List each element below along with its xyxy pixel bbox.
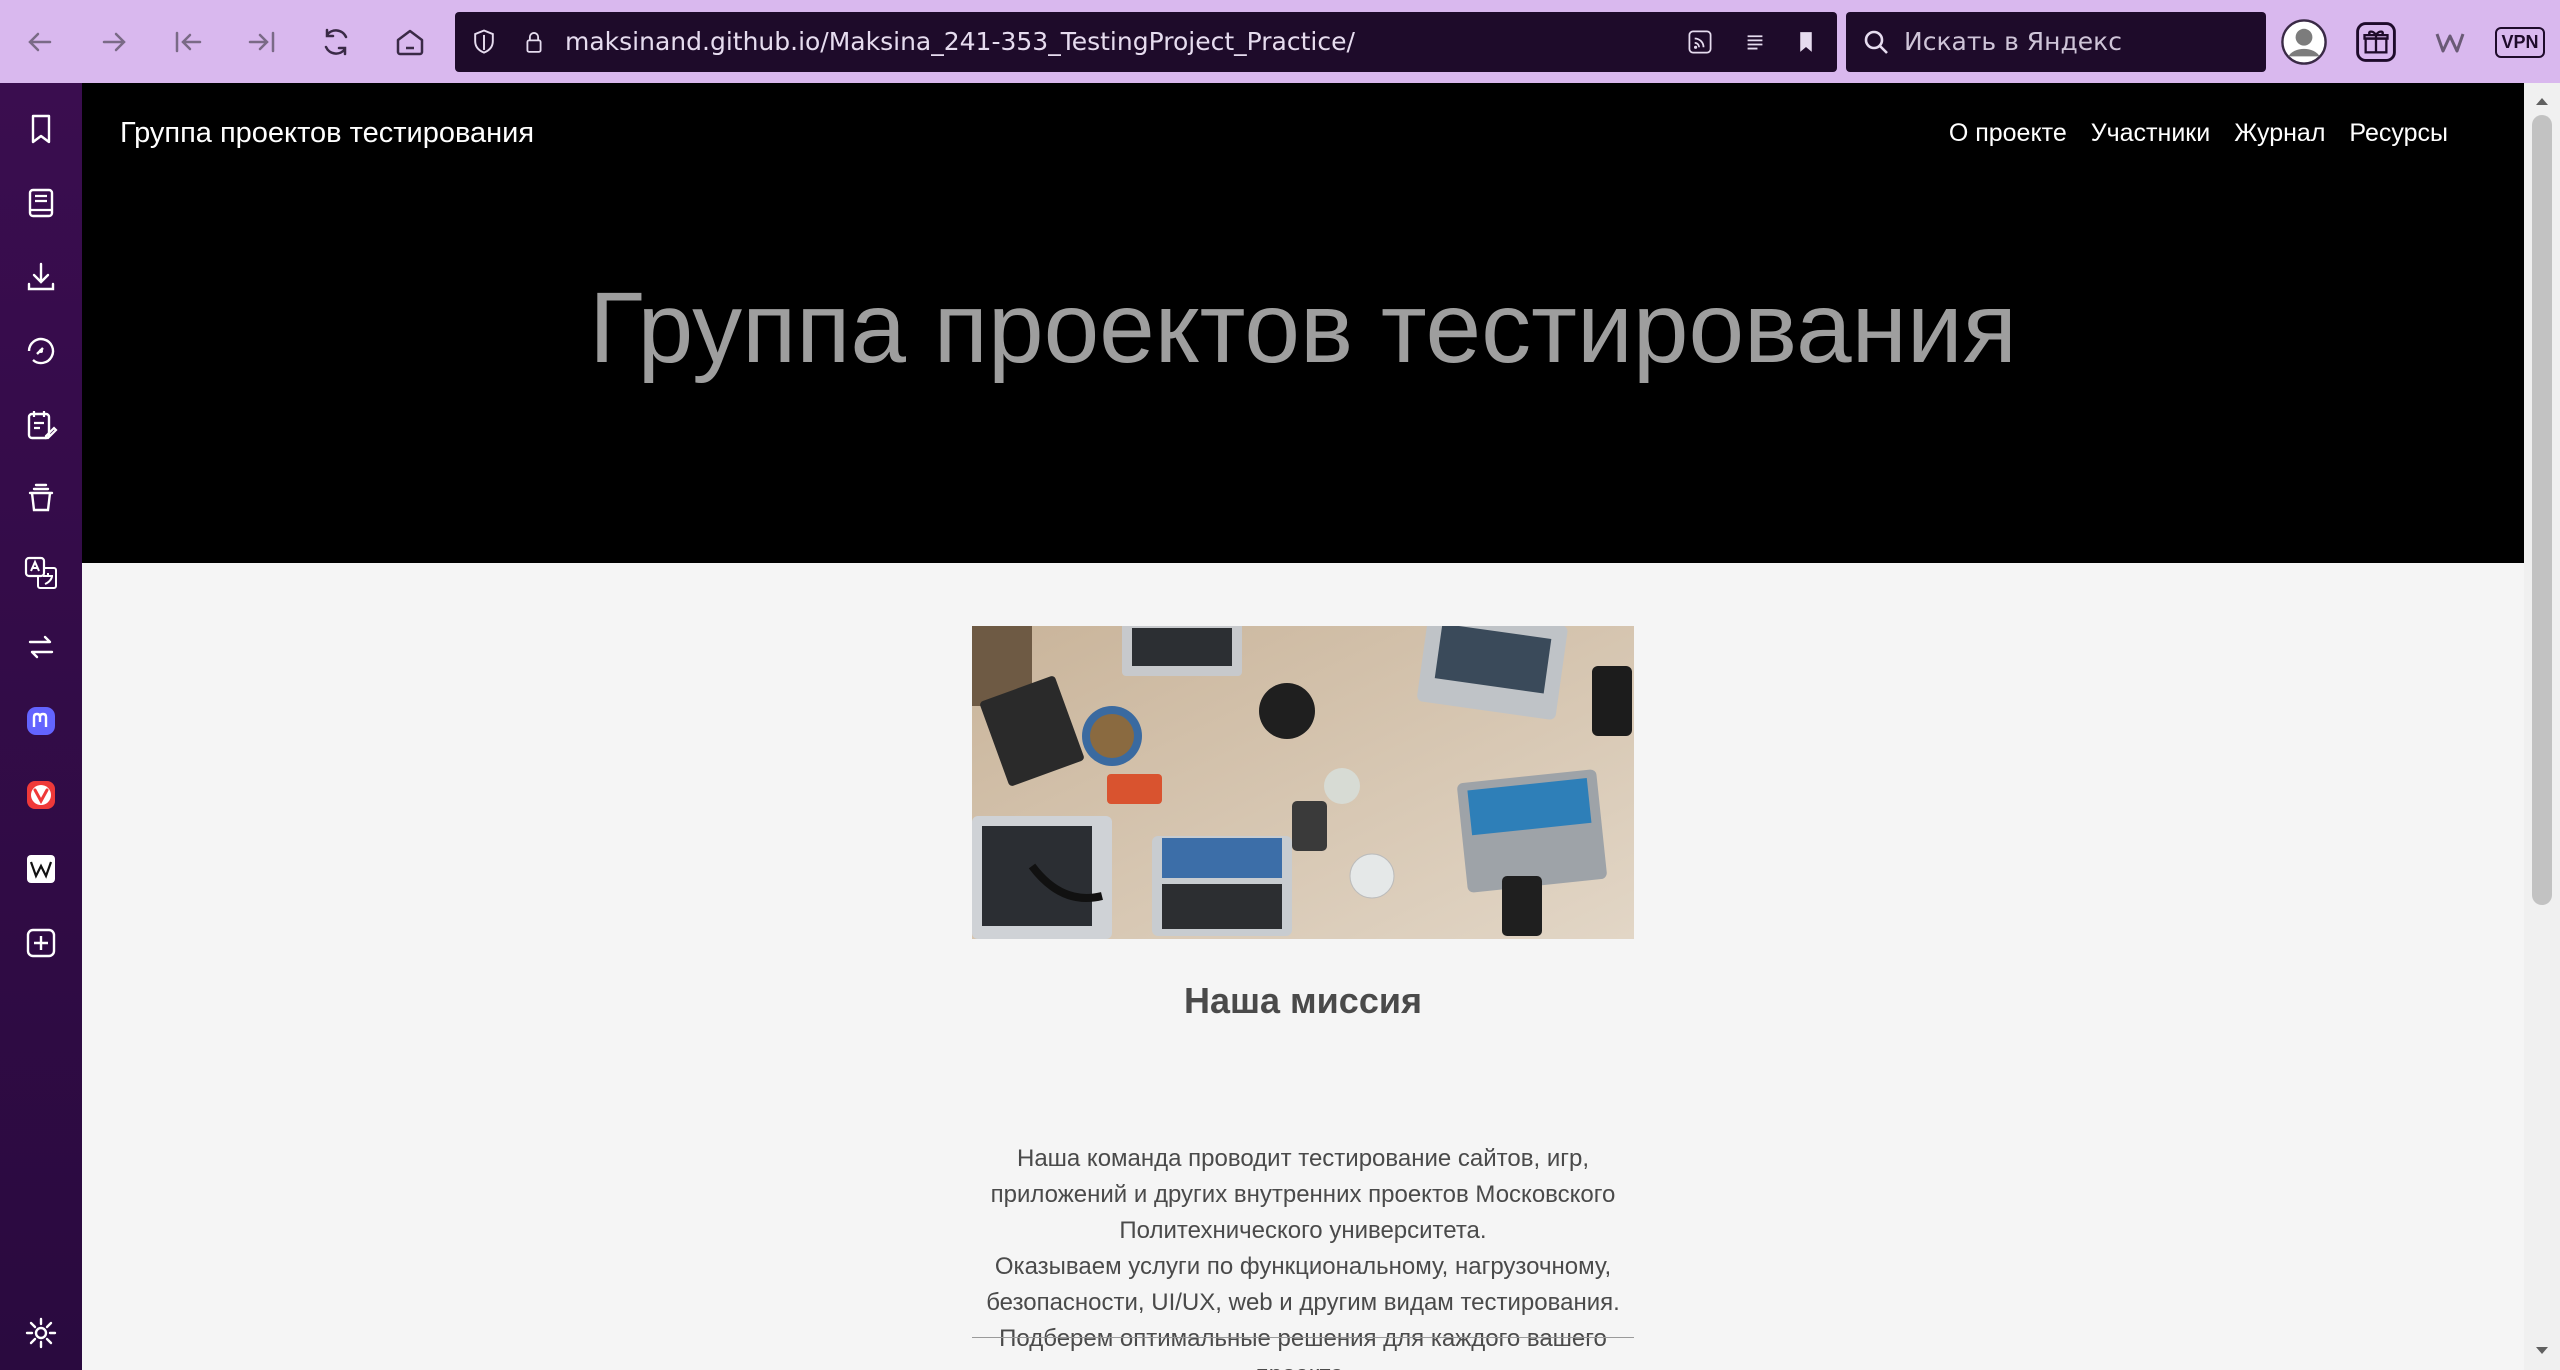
gear-icon bbox=[25, 1317, 57, 1349]
search-placeholder: Искать в Яндекс bbox=[1904, 27, 2123, 56]
vpn-badge: VPN bbox=[2495, 26, 2545, 58]
lock-icon[interactable] bbox=[517, 25, 551, 59]
section-divider bbox=[972, 1337, 1634, 1338]
skip-back-icon bbox=[175, 31, 202, 53]
forward-button[interactable] bbox=[88, 16, 140, 68]
settings-button[interactable] bbox=[18, 1310, 64, 1356]
nav-link-about[interactable]: О проекте bbox=[1949, 119, 2067, 148]
team-photo bbox=[972, 626, 1634, 939]
wikipedia-icon bbox=[27, 855, 55, 883]
speed-dial-icon bbox=[27, 337, 55, 365]
bookmarks-panel-button[interactable] bbox=[18, 106, 64, 152]
sync-icon bbox=[28, 635, 54, 659]
nav-link-journal[interactable]: Журнал bbox=[2234, 119, 2325, 148]
vpn-button[interactable]: VPN bbox=[2490, 16, 2550, 68]
scroll-up-icon[interactable] bbox=[2532, 91, 2552, 111]
reader-mode-icon[interactable] bbox=[1738, 25, 1772, 59]
history-button[interactable] bbox=[18, 328, 64, 374]
arrow-left-icon bbox=[28, 32, 52, 52]
browser-toolbar: maksinand.github.io/Maksina_241-353_Test… bbox=[0, 0, 2560, 83]
home-button[interactable] bbox=[384, 16, 436, 68]
mission-line: Политехнического университета. bbox=[1119, 1217, 1487, 1244]
site-brand[interactable]: Группа проектов тестирования bbox=[120, 117, 534, 150]
rss-icon[interactable] bbox=[1683, 25, 1717, 59]
vivaldi-icon bbox=[27, 781, 55, 809]
profile-button[interactable] bbox=[2278, 16, 2330, 68]
web-page: Группа проектов тестирования О проекте У… bbox=[82, 83, 2524, 1370]
bookmark-icon[interactable] bbox=[1789, 25, 1823, 59]
mission-line: безопасности, UI/UX, web и другим видам … bbox=[986, 1289, 1620, 1316]
rewind-button[interactable] bbox=[162, 16, 214, 68]
wikipedia-button[interactable] bbox=[18, 846, 64, 892]
site-nav: О проекте Участники Журнал Ресурсы bbox=[1949, 119, 2448, 148]
nav-link-resources[interactable]: Ресурсы bbox=[2349, 119, 2448, 148]
mission-line: Наша команда проводит тестирование сайто… bbox=[1016, 1145, 1589, 1172]
wiki-button[interactable] bbox=[2424, 16, 2476, 68]
add-panel-button[interactable] bbox=[18, 920, 64, 966]
search-field[interactable]: Искать в Яндекс bbox=[1846, 12, 2266, 72]
page-scrollbar[interactable] bbox=[2524, 83, 2560, 1370]
sync-button[interactable] bbox=[18, 624, 64, 670]
bookmark-icon bbox=[31, 114, 51, 144]
url-text[interactable]: maksinand.github.io/Maksina_241-353_Test… bbox=[565, 12, 1355, 72]
back-button[interactable] bbox=[14, 16, 66, 68]
avatar-icon bbox=[2281, 19, 2327, 65]
mastodon-icon bbox=[27, 707, 55, 735]
plus-icon bbox=[26, 928, 56, 958]
book-icon bbox=[28, 188, 54, 218]
shield-icon[interactable] bbox=[467, 25, 501, 59]
mastodon-button[interactable] bbox=[18, 698, 64, 744]
home-icon bbox=[396, 29, 424, 56]
mission-line: проекта. bbox=[972, 1357, 1634, 1370]
notes-icon bbox=[27, 411, 58, 440]
reading-list-button[interactable] bbox=[18, 180, 64, 226]
notes-button[interactable] bbox=[18, 402, 64, 448]
cup-icon bbox=[28, 483, 54, 512]
translate-button[interactable] bbox=[18, 550, 64, 596]
vivaldi-button[interactable] bbox=[18, 772, 64, 818]
downloads-button[interactable] bbox=[18, 254, 64, 300]
side-panel bbox=[0, 83, 82, 1370]
hero-title: Группа проектов тестирования bbox=[589, 272, 2017, 384]
download-icon bbox=[27, 262, 55, 291]
scroll-thumb[interactable] bbox=[2532, 115, 2552, 905]
mission-line: приложений и других внутренних проектов … bbox=[990, 1181, 1616, 1208]
wiki-icon bbox=[2435, 33, 2465, 53]
address-bar[interactable]: maksinand.github.io/Maksina_241-353_Test… bbox=[455, 12, 1837, 72]
mission-text: Наша команда проводит тестирование сайто… bbox=[972, 1141, 1634, 1370]
reload-icon bbox=[324, 28, 348, 56]
mission-line: Оказываем услуги по функциональному, наг… bbox=[994, 1253, 1612, 1280]
search-icon bbox=[1864, 30, 1888, 54]
scroll-down-icon[interactable] bbox=[2532, 1341, 2552, 1361]
capture-button[interactable] bbox=[18, 476, 64, 522]
translate-icon bbox=[24, 556, 57, 589]
mission-title: Наша миссия bbox=[1184, 980, 1422, 1021]
skip-forward-icon bbox=[248, 31, 275, 53]
reload-button[interactable] bbox=[310, 16, 362, 68]
nav-link-members[interactable]: Участники bbox=[2091, 119, 2210, 148]
gift-icon bbox=[2356, 22, 2396, 62]
mission-line: Подберем оптимальные решения для каждого… bbox=[999, 1325, 1607, 1352]
site-header: Группа проектов тестирования О проекте У… bbox=[82, 83, 2524, 563]
fast-forward-button[interactable] bbox=[236, 16, 288, 68]
arrow-right-icon bbox=[102, 32, 126, 52]
gift-button[interactable] bbox=[2350, 16, 2402, 68]
